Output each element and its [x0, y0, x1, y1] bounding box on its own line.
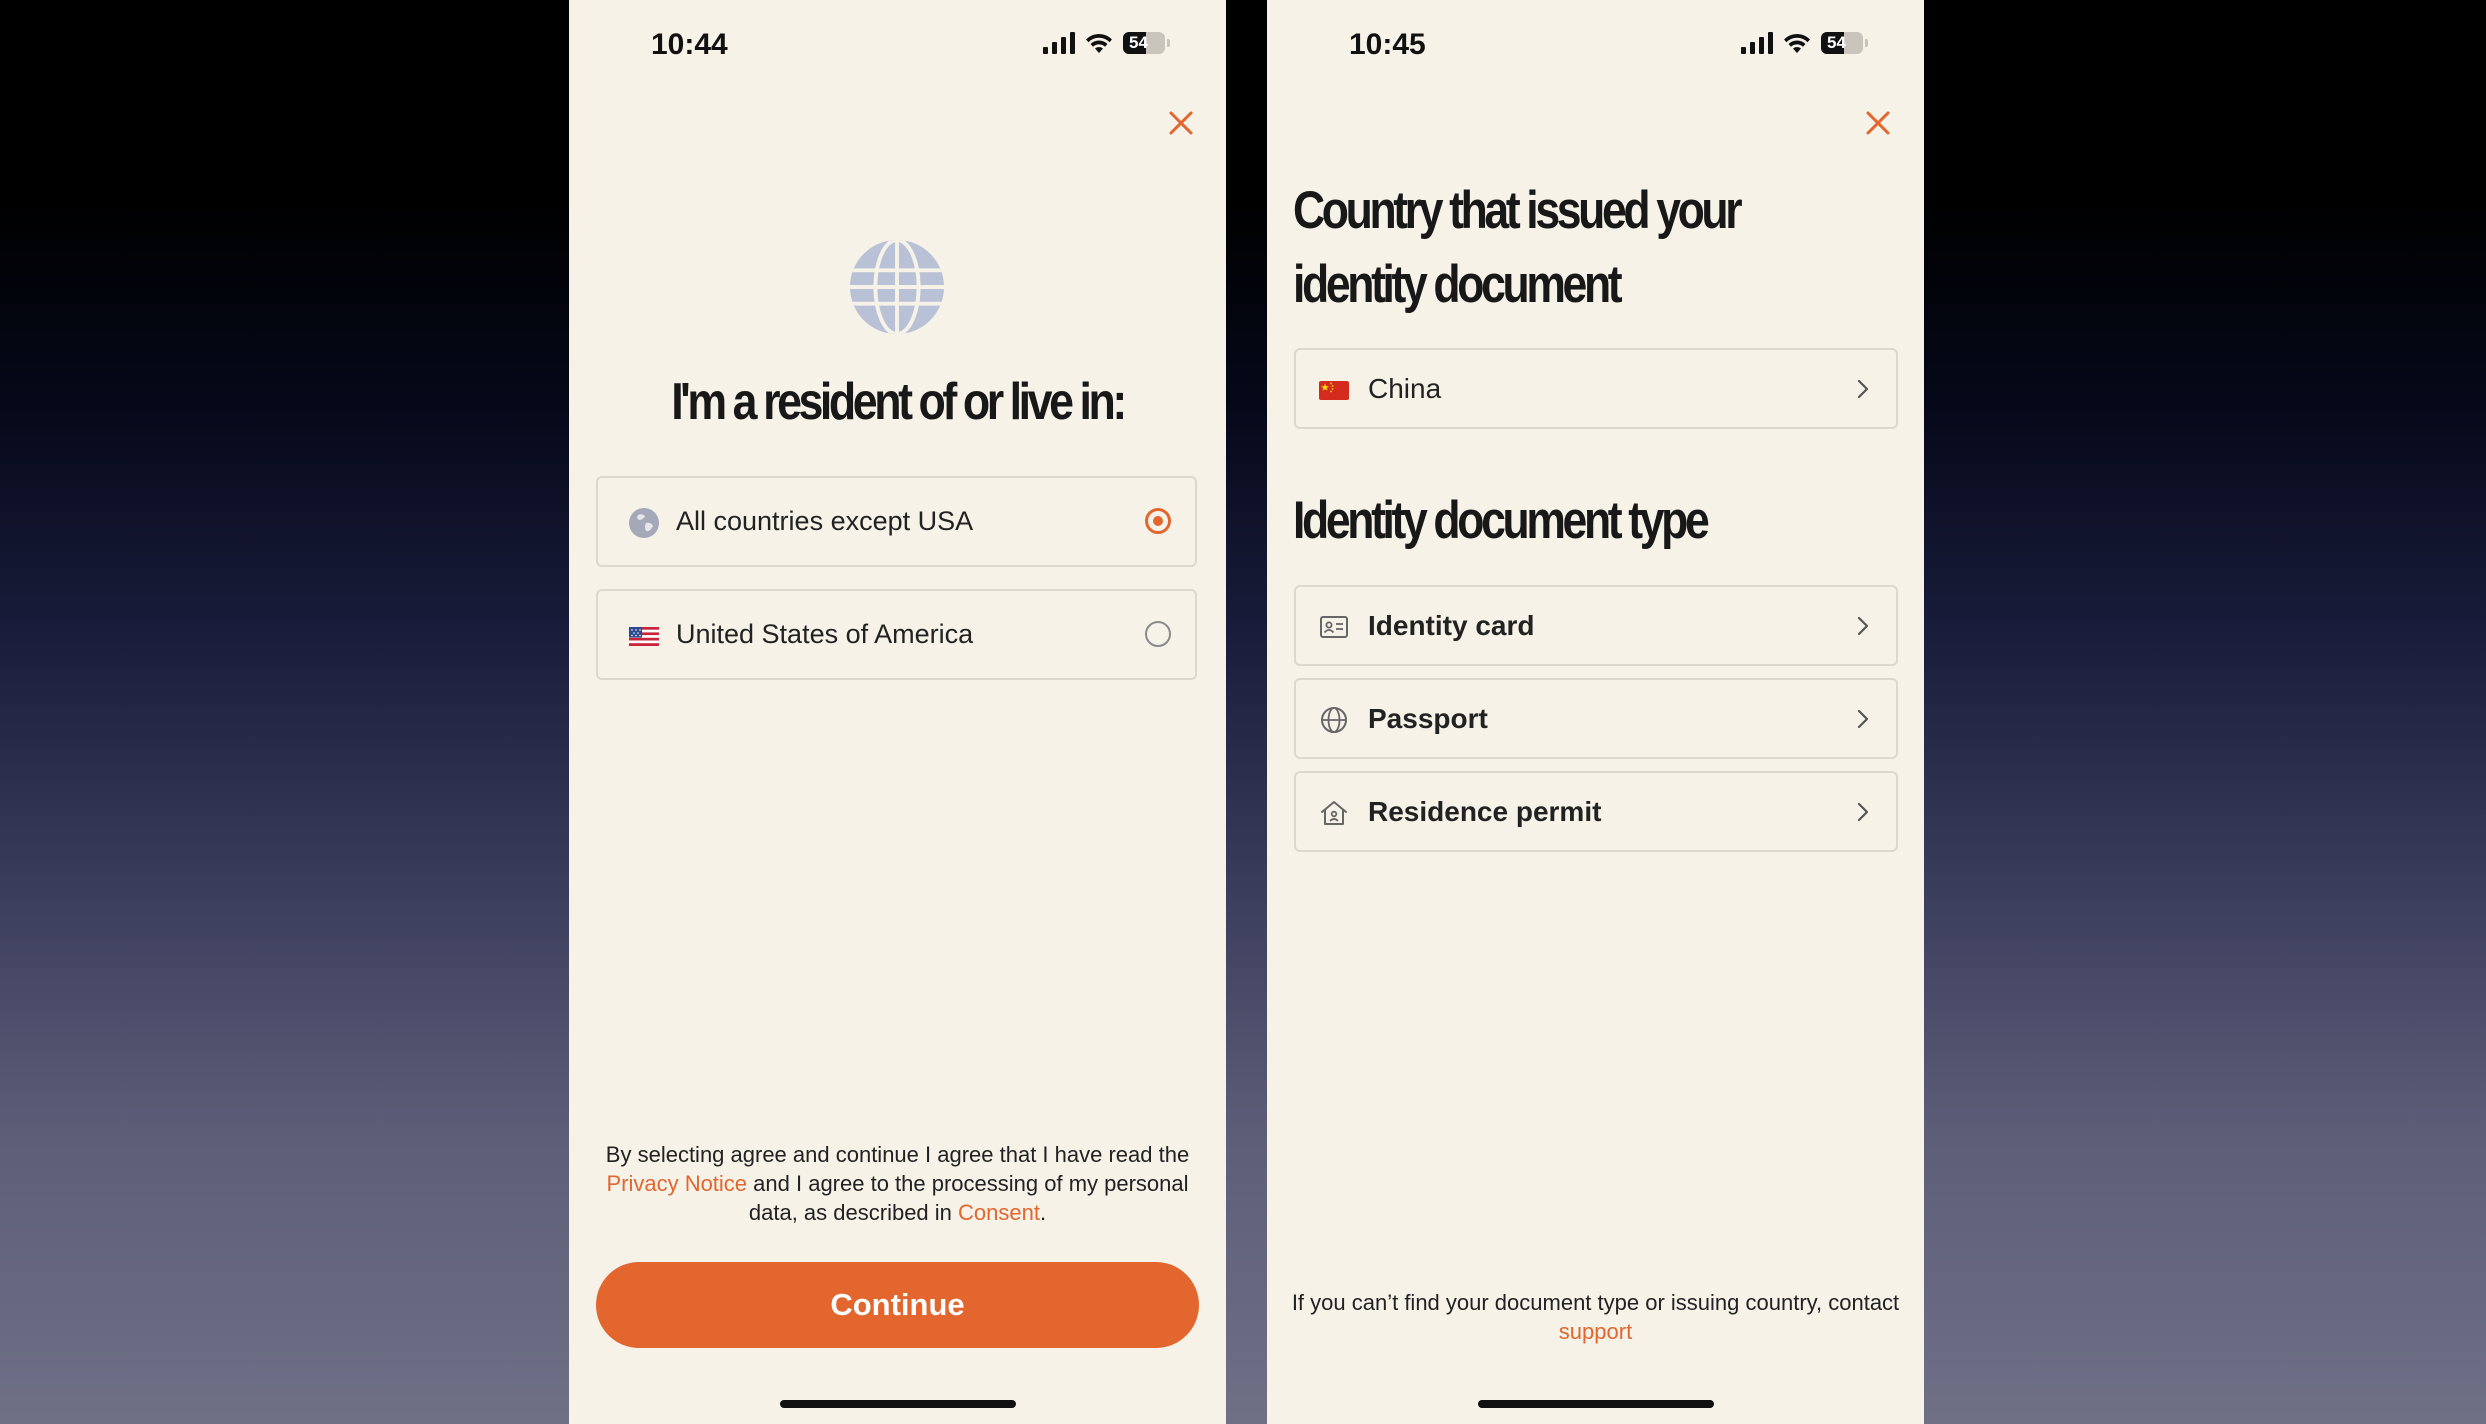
chevron-right-icon: [1857, 709, 1869, 729]
page-title: I'm a resident of or live in:: [671, 373, 1127, 431]
battery-icon: 54: [1123, 32, 1165, 54]
us-flag-icon: [629, 627, 659, 646]
chevron-right-icon: [1857, 802, 1869, 822]
option-label: United States of America: [676, 619, 974, 649]
document-type-screen: 10:45 54 Country that issued your identi…: [1267, 0, 1924, 1424]
country-selector[interactable]: China: [1294, 348, 1898, 429]
doc-type-identity-card[interactable]: Identity card: [1294, 585, 1898, 666]
globe-outline-icon: [1321, 707, 1347, 733]
close-icon[interactable]: [1164, 106, 1198, 140]
doc-type-label: Identity card: [1368, 610, 1535, 641]
close-icon[interactable]: [1861, 106, 1895, 140]
status-icons: 54: [1043, 32, 1170, 54]
country-label: China: [1368, 373, 1442, 404]
battery-level: 54: [1129, 33, 1148, 52]
residence-screen: 10:44 54 I'm a resident of or live in: A…: [569, 0, 1226, 1424]
status-time: 10:44: [651, 28, 728, 61]
support-text: If you can’t find your document type or …: [1291, 1290, 1900, 1315]
privacy-notice-link[interactable]: Privacy Notice: [606, 1171, 747, 1196]
chevron-right-icon: [1857, 379, 1869, 399]
signal-icon: [1741, 32, 1773, 54]
status-icons: 54: [1741, 32, 1868, 54]
consent-link[interactable]: Consent: [958, 1200, 1040, 1225]
house-icon: [1321, 801, 1347, 825]
china-flag-icon: [1319, 381, 1349, 400]
wifi-icon: [1784, 33, 1810, 53]
radio-unselected[interactable]: [1145, 621, 1171, 647]
doc-type-label: Passport: [1368, 703, 1488, 734]
doc-type-passport[interactable]: Passport: [1294, 678, 1898, 759]
status-bar: 10:45 54: [1267, 0, 1924, 90]
battery-icon: 54: [1821, 32, 1863, 54]
battery-level: 54: [1827, 33, 1846, 52]
home-indicator: [780, 1400, 1016, 1408]
globe-icon: [629, 508, 659, 538]
continue-button[interactable]: Continue: [596, 1262, 1199, 1348]
doc-type-heading: Identity document type: [1293, 491, 1710, 550]
chevron-right-icon: [1857, 616, 1869, 636]
consent-text: By selecting agree and continue I agree …: [595, 1140, 1200, 1227]
globe-icon: [849, 239, 945, 335]
consent-part1: By selecting agree and continue I agree …: [605, 1142, 1190, 1167]
support-note: If you can’t find your document type or …: [1287, 1288, 1904, 1346]
option-usa[interactable]: United States of America: [596, 589, 1197, 680]
wifi-icon: [1086, 33, 1112, 53]
home-indicator: [1478, 1400, 1714, 1408]
id-card-icon: [1320, 616, 1348, 638]
option-all-countries[interactable]: All countries except USA: [596, 476, 1197, 567]
doc-type-residence-permit[interactable]: Residence permit: [1294, 771, 1898, 852]
support-link[interactable]: support: [1559, 1319, 1632, 1344]
consent-part3: .: [1039, 1200, 1047, 1225]
country-heading: Country that issued your identity docume…: [1293, 181, 1743, 314]
doc-type-label: Residence permit: [1368, 796, 1602, 827]
status-bar: 10:44 54: [569, 0, 1226, 90]
status-time: 10:45: [1349, 28, 1426, 61]
signal-icon: [1043, 32, 1075, 54]
option-label: All countries except USA: [676, 506, 974, 536]
radio-selected[interactable]: [1145, 508, 1171, 534]
